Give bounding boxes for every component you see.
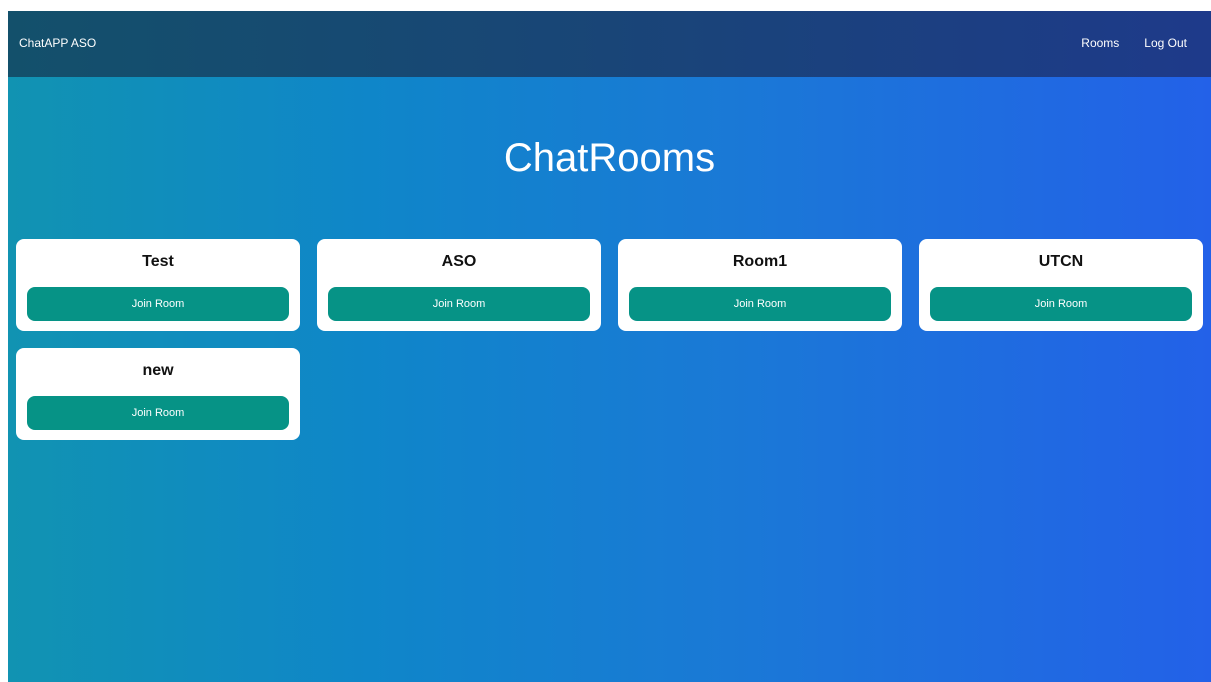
page-title: ChatRooms bbox=[503, 136, 716, 180]
join-room-button[interactable]: Join Room bbox=[27, 287, 289, 321]
join-room-button[interactable]: Join Room bbox=[629, 287, 891, 321]
navbar: ChatAPP ASO Rooms Log Out bbox=[8, 11, 1211, 77]
room-name: UTCN bbox=[1038, 253, 1084, 270]
join-room-button[interactable]: Join Room bbox=[27, 396, 289, 430]
room-card: UTCN Join Room bbox=[919, 239, 1203, 331]
room-name: Test bbox=[142, 253, 174, 270]
room-card: Room1 Join Room bbox=[618, 239, 902, 331]
nav-link-rooms[interactable]: Rooms bbox=[1081, 36, 1119, 50]
room-card: Test Join Room bbox=[16, 239, 300, 331]
room-name: ASO bbox=[441, 253, 477, 270]
brand-link[interactable]: ChatAPP ASO bbox=[19, 36, 96, 50]
room-name: new bbox=[142, 362, 174, 379]
rooms-grid: Test Join Room ASO Join Room Room1 Join … bbox=[16, 239, 1204, 440]
nav-link-logout[interactable]: Log Out bbox=[1144, 36, 1187, 50]
room-name: Room1 bbox=[732, 253, 788, 270]
join-room-button[interactable]: Join Room bbox=[930, 287, 1192, 321]
app-container: ChatAPP ASO Rooms Log Out ChatRooms Test… bbox=[8, 11, 1211, 682]
room-card: ASO Join Room bbox=[317, 239, 601, 331]
room-card: new Join Room bbox=[16, 348, 300, 440]
nav-links: Rooms Log Out bbox=[1081, 36, 1187, 50]
join-room-button[interactable]: Join Room bbox=[328, 287, 590, 321]
